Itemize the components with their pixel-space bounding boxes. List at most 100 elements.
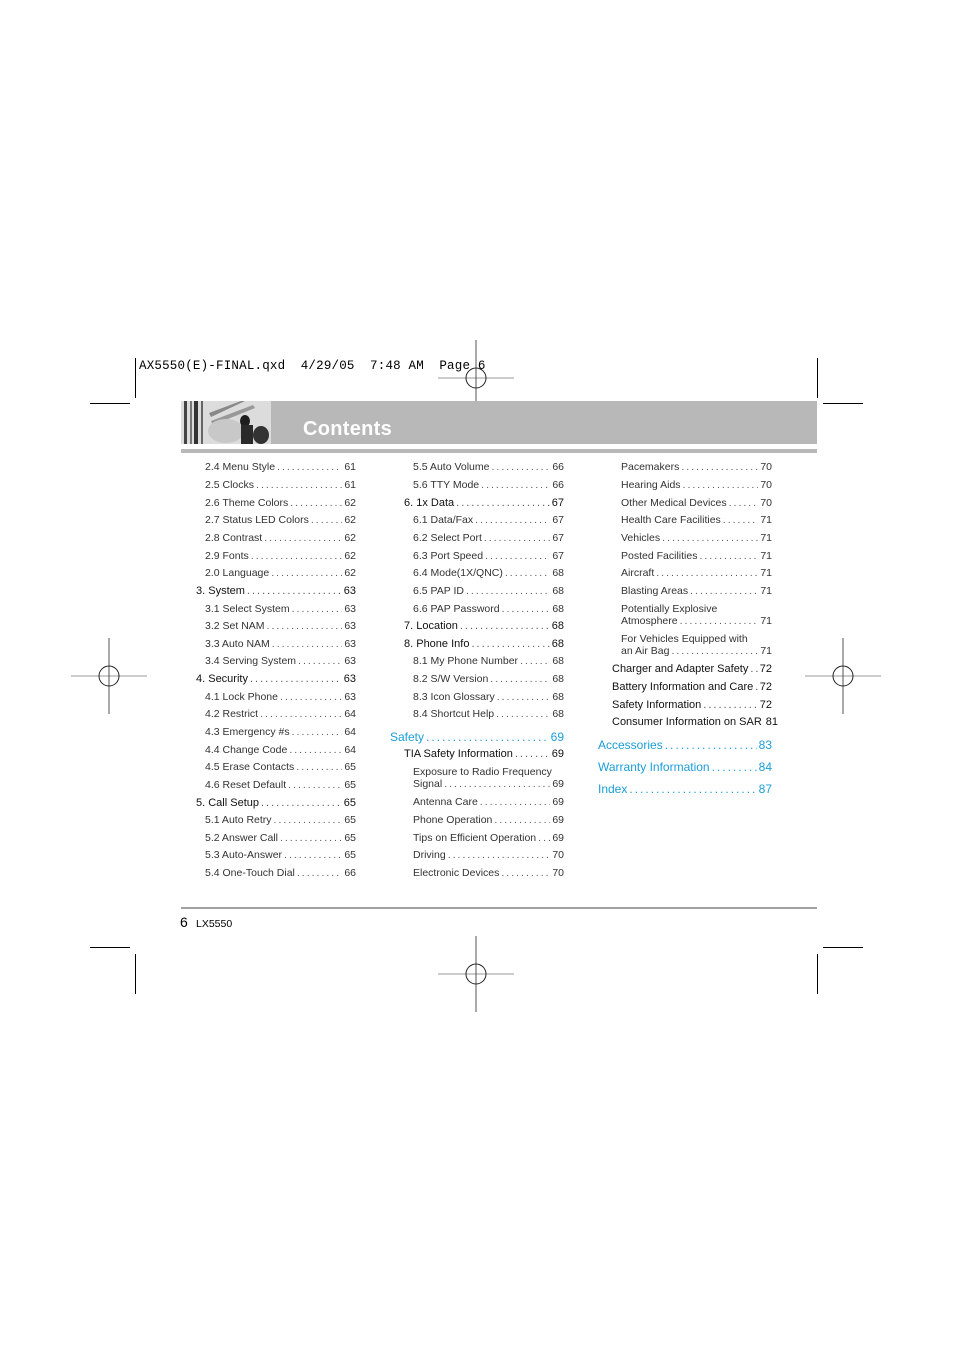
toc-entry-label: Charger and Adapter Safety [612, 663, 749, 675]
toc-entry[interactable]: 5.1 Auto Retry 65 [205, 814, 356, 826]
toc-entry-label: 2.6 Theme Colors [205, 497, 289, 509]
toc-entry[interactable]: 2.8 Contrast 62 [205, 532, 356, 544]
toc-entry[interactable]: 4. Security 63 [196, 673, 356, 685]
toc-entry-label: Tips on Efficient Operation [413, 832, 537, 844]
toc-entry-label: 2.9 Fonts [205, 550, 249, 562]
toc-entry[interactable]: Index 87 [598, 782, 772, 796]
toc-entry[interactable]: Vehicles 71 [621, 532, 772, 544]
toc-entry[interactable]: 2.5 Clocks 61 [205, 479, 356, 491]
toc-entry[interactable]: 4.1 Lock Phone 63 [205, 691, 356, 703]
toc-entry[interactable]: 4.6 Reset Default 65 [205, 779, 356, 791]
toc-entry[interactable]: 2.4 Menu Style 61 [205, 461, 356, 473]
toc-leader-dots [662, 532, 758, 544]
toc-entry[interactable]: 4.3 Emergency #s 64 [205, 726, 356, 738]
toc-entry[interactable]: 2.7 Status LED Colors 62 [205, 514, 356, 526]
toc-entry[interactable]: Pacemakers 70 [621, 461, 772, 473]
toc-leader-dots [274, 814, 343, 826]
toc-entry[interactable]: 2.6 Theme Colors 62 [205, 497, 356, 509]
toc-entry-label: 5.3 Auto-Answer [205, 849, 283, 861]
toc-entry[interactable]: Posted Facilities 71 [621, 550, 772, 562]
toc-page-number: 66 [552, 479, 564, 491]
toc-entry[interactable]: 3.1 Select System 63 [205, 603, 356, 615]
toc-entry[interactable]: Safety 69 [390, 730, 564, 744]
toc-entry[interactable]: Tips on Efficient Operation 69 [413, 832, 564, 844]
toc-entry[interactable]: 8.1 My Phone Number 68 [413, 655, 564, 667]
toc-entry[interactable]: 5.5 Auto Volume 66 [413, 461, 564, 473]
toc-entry[interactable]: Hearing Aids 70 [621, 479, 772, 491]
crop-mark [135, 358, 136, 398]
toc-entry[interactable]: 5.3 Auto-Answer 65 [205, 849, 356, 861]
toc-entry[interactable]: 6.5 PAP ID 68 [413, 585, 564, 597]
toc-entry[interactable]: Phone Operation 69 [413, 814, 564, 826]
toc-entry[interactable]: 8.4 Shortcut Help 68 [413, 708, 564, 720]
toc-entry[interactable]: 6.6 PAP Password 68 [413, 603, 564, 615]
toc-leader-dots [712, 760, 757, 774]
toc-page-number: 69 [550, 730, 564, 744]
toc-entry-label: 2.7 Status LED Colors [205, 514, 309, 526]
toc-leader-dots [292, 726, 343, 738]
toc-entry[interactable]: 4.2 Restrict 64 [205, 708, 356, 720]
toc-entry[interactable]: 8. Phone Info 68 [404, 638, 564, 650]
toc-page-number: 63 [344, 620, 356, 632]
toc-entry[interactable]: 4.4 Change Code 64 [205, 744, 356, 756]
toc-entry[interactable]: 6.4 Mode(1X/QNC) 68 [413, 567, 564, 579]
crop-mark [823, 403, 863, 404]
toc-entry-label: 5.5 Auto Volume [413, 461, 490, 473]
toc-entry[interactable]: Exposure to Radio FrequencySignal 69 [413, 766, 564, 790]
toc-entry[interactable]: Accessories 83 [598, 738, 772, 752]
toc-entry[interactable]: 2.0 Language 62 [205, 567, 356, 579]
toc-entry-label: Battery Information and Care [612, 681, 754, 693]
toc-entry[interactable]: 7. Location 68 [404, 620, 564, 632]
toc-entry[interactable]: Consumer Information on SAR 81 [612, 716, 778, 728]
toc-entry-label: Warranty Information [598, 760, 710, 774]
toc-entry[interactable]: 4.5 Erase Contacts 65 [205, 761, 356, 773]
toc-entry[interactable]: 5.4 One-Touch Dial 66 [205, 867, 356, 879]
toc-entry[interactable]: Potentially ExplosiveAtmosphere 71 [621, 603, 772, 627]
toc-page-number: 68 [552, 691, 564, 703]
toc-entry-label: 6.2 Select Port [413, 532, 482, 544]
toc-entry-label: 4.2 Restrict [205, 708, 259, 720]
toc-entry[interactable]: Driving 70 [413, 849, 564, 861]
toc-entry[interactable]: 5.2 Answer Call 65 [205, 832, 356, 844]
toc-entry[interactable]: For Vehicles Equipped withan Air Bag 71 [621, 633, 772, 657]
toc-entry[interactable]: 3.3 Auto NAM 63 [205, 638, 356, 650]
toc-page-number: 65 [344, 814, 356, 826]
toc-entry[interactable]: 3.4 Serving System 63 [205, 655, 356, 667]
toc-entry[interactable]: 6.1 Data/Fax 67 [413, 514, 564, 526]
toc-entry[interactable]: Blasting Areas 71 [621, 585, 772, 597]
toc-page-number: 70 [552, 849, 564, 861]
toc-entry[interactable]: 6.2 Select Port 67 [413, 532, 564, 544]
toc-page-number: 62 [344, 567, 356, 579]
toc-entry[interactable]: 8.3 Icon Glossary 68 [413, 691, 564, 703]
toc-entry[interactable]: Battery Information and Care 72 [612, 681, 772, 693]
toc-page-number: 64 [344, 708, 356, 720]
toc-entry[interactable]: 8.2 S/W Version 68 [413, 673, 564, 685]
toc-entry-label: 5.2 Answer Call [205, 832, 278, 844]
toc-entry[interactable]: TIA Safety Information 69 [404, 748, 564, 760]
toc-entry[interactable]: Charger and Adapter Safety 72 [612, 663, 772, 675]
toc-entry[interactable]: Aircraft 71 [621, 567, 772, 579]
toc-page-number: 83 [758, 738, 772, 752]
toc-entry[interactable]: 5. Call Setup 65 [196, 797, 356, 809]
toc-entry[interactable]: Safety Information 72 [612, 699, 772, 711]
toc-entry[interactable]: 6.3 Port Speed 67 [413, 550, 564, 562]
toc-entry-label: 4.5 Erase Contacts [205, 761, 295, 773]
toc-leader-dots [460, 620, 550, 632]
toc-entry[interactable]: Other Medical Devices 70 [621, 497, 772, 509]
toc-page-number: 70 [760, 479, 772, 491]
toc-entry-label: 2.8 Contrast [205, 532, 263, 544]
toc-entry[interactable]: Electronic Devices 70 [413, 867, 564, 879]
model-name: LX5550 [196, 918, 233, 930]
toc-leader-dots [272, 638, 343, 650]
toc-entry[interactable]: 3.2 Set NAM 63 [205, 620, 356, 632]
toc-page-number: 65 [344, 761, 356, 773]
toc-entry[interactable]: Antenna Care 69 [413, 796, 564, 808]
toc-entry[interactable]: Warranty Information 84 [598, 760, 772, 774]
toc-entry[interactable]: 6. 1x Data 67 [404, 497, 564, 509]
toc-entry[interactable]: 5.6 TTY Mode 66 [413, 479, 564, 491]
toc-entry[interactable]: 2.9 Fonts 62 [205, 550, 356, 562]
toc-leader-dots [292, 603, 343, 615]
toc-entry[interactable]: 3. System 63 [196, 585, 356, 597]
toc-entry-label: Health Care Facilities [621, 514, 721, 526]
toc-entry[interactable]: Health Care Facilities 71 [621, 514, 772, 526]
